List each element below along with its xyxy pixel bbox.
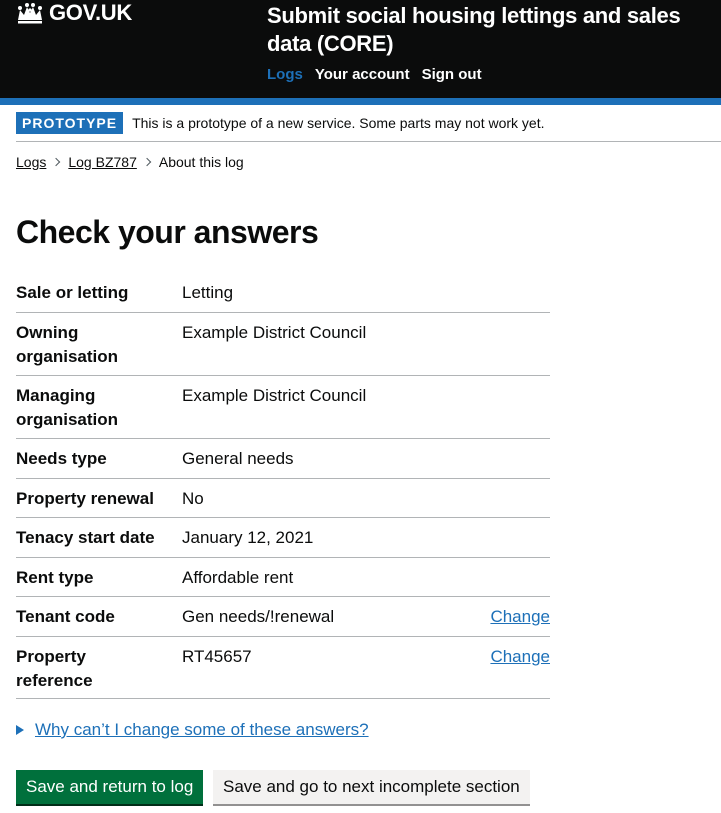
crown-icon bbox=[18, 3, 42, 24]
summary-key: Tenacy start date bbox=[16, 528, 155, 547]
header-accent-bar bbox=[0, 98, 721, 105]
summary-value: Example District Council bbox=[182, 386, 367, 405]
breadcrumb: Logs Log BZ787 About this log bbox=[16, 154, 244, 170]
summary-row-tenant-code: Tenant code Gen needs/!renewal Change bbox=[16, 597, 550, 637]
change-property-reference-link[interactable]: Change bbox=[490, 645, 550, 669]
nav-link-logs[interactable]: Logs bbox=[267, 66, 303, 83]
nav-link-sign-out[interactable]: Sign out bbox=[422, 66, 482, 83]
summary-value: Affordable rent bbox=[182, 568, 294, 587]
summary-value: Example District Council bbox=[182, 323, 367, 342]
save-and-return-button[interactable]: Save and return to log bbox=[16, 770, 204, 804]
logo-text: GOV.UK bbox=[49, 0, 132, 25]
summary-key: Tenant code bbox=[16, 607, 115, 626]
page-title: Check your answers bbox=[16, 214, 319, 250]
breadcrumb-link-log[interactable]: Log BZ787 bbox=[68, 154, 137, 170]
chevron-right-icon bbox=[142, 157, 152, 167]
summary-row-rent-type: Rent type Affordable rent bbox=[16, 558, 550, 597]
summary-key: Property renewal bbox=[16, 489, 154, 508]
service-name[interactable]: Submit social housing lettings and sales… bbox=[267, 2, 721, 58]
summary-key: Property reference bbox=[16, 647, 93, 690]
summary-list: Sale or letting Letting Owning organisat… bbox=[16, 272, 550, 699]
summary-row-needs-type: Needs type General needs bbox=[16, 439, 550, 479]
triangle-right-icon bbox=[16, 725, 24, 735]
details-disclosure[interactable]: Why can’t I change some of these answers… bbox=[16, 720, 369, 740]
summary-value: General needs bbox=[182, 449, 294, 468]
chevron-right-icon bbox=[52, 157, 61, 167]
summary-value: Letting bbox=[182, 283, 234, 302]
summary-row-owning-organisation: Owning organisation Example District Cou… bbox=[16, 313, 550, 376]
summary-row-tenancy-start-date: Tenacy start date January 12, 2021 bbox=[16, 518, 550, 558]
phase-banner-text: This is a prototype of a new service. So… bbox=[132, 115, 545, 131]
breadcrumb-current: About this log bbox=[158, 154, 244, 170]
summary-value: No bbox=[182, 489, 204, 508]
site-header: GOV.UK Submit social housing lettings an… bbox=[0, 0, 721, 98]
phase-tag: PROTOTYPE bbox=[16, 112, 124, 134]
summary-value: RT45657 bbox=[182, 647, 252, 666]
change-tenant-code-link[interactable]: Change bbox=[490, 605, 550, 629]
summary-row-managing-organisation: Managing organisation Example District C… bbox=[16, 376, 550, 439]
details-summary-link[interactable]: Why can’t I change some of these answers… bbox=[35, 720, 369, 740]
summary-value: Gen needs/!renewal bbox=[182, 607, 335, 626]
summary-key: Rent type bbox=[16, 568, 94, 587]
summary-key: Managing organisation bbox=[16, 386, 119, 429]
govuk-logo[interactable]: GOV.UK bbox=[16, 0, 132, 26]
summary-row-property-renewal: Property renewal No bbox=[16, 479, 550, 518]
summary-value: January 12, 2021 bbox=[182, 528, 314, 547]
save-and-next-section-button[interactable]: Save and go to next incomplete section bbox=[213, 770, 530, 804]
phase-banner: PROTOTYPE This is a prototype of a new s… bbox=[16, 112, 721, 142]
summary-row-property-reference: Property reference RT45657 Change bbox=[16, 637, 550, 699]
summary-key: Needs type bbox=[16, 449, 107, 468]
breadcrumb-link-logs[interactable]: Logs bbox=[16, 154, 46, 170]
summary-key: Owning organisation bbox=[16, 323, 119, 366]
header-navigation: Logs Your account Sign out bbox=[267, 66, 482, 83]
summary-key: Sale or letting bbox=[16, 283, 129, 302]
summary-row-sale-or-letting: Sale or letting Letting bbox=[16, 272, 550, 313]
nav-link-your-account[interactable]: Your account bbox=[315, 66, 410, 83]
